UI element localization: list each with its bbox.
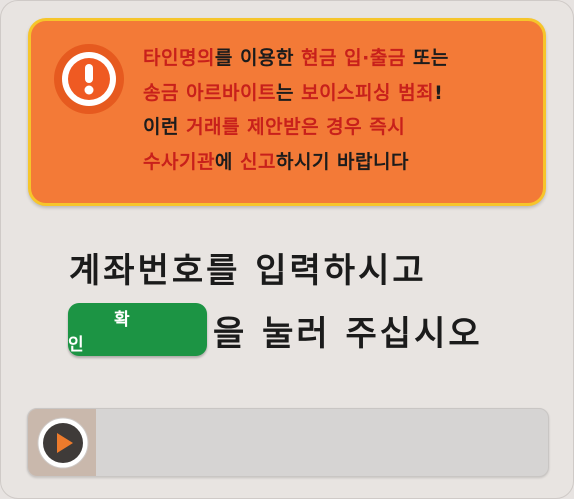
warning-line: 수사기관에 신고하시기 바랍니다 [143,145,533,180]
instruction-line-2: 을 눌러 주십시오 [213,314,483,354]
warning-highlight-text: 신고 [240,150,276,173]
confirm-button[interactable]: 확인 [68,303,207,356]
exclamation-icon [54,44,124,114]
warning-text: 에 [214,150,241,173]
fraud-warning-banner: 타인명의를 이용한 현금 입·출금 또는 송금 아르바이트는 보이스피싱 범죄! 이… [28,18,546,206]
warning-highlight-text: 타인명의 [143,47,215,69]
warning-line: 타인명의를 이용한 현금 입·출금 또는 [143,41,533,76]
warning-line: 송금 아르바이트는 보이스피싱 범죄! [143,76,533,111]
play-icon[interactable] [37,417,89,469]
warning-line: 이런 거래를 제안받은 경우 즉시 [143,110,533,145]
warning-text: 는 [275,81,302,104]
warning-highlight-text: 수사기관 [143,150,215,173]
warning-text: 를 이용한 [214,47,302,69]
warning-highlight-text: 송금 아르바이트 [143,81,276,104]
warning-message: 타인명의를 이용한 현금 입·출금 또는 송금 아르바이트는 보이스피싱 범죄! 이… [143,41,533,179]
screen-frame: 타인명의를 이용한 현금 입·출금 또는 송금 아르바이트는 보이스피싱 범죄! 이… [0,0,574,499]
warning-text: ! [434,81,444,104]
warning-highlight-text: 거래를 제안받은 경우 즉시 [186,116,406,138]
warning-highlight-text: 현금 입·출금 [301,47,406,69]
warning-text: 하시기 바랍니다 [276,150,409,173]
warning-highlight-text: 보이스피싱 범죄 [301,81,435,104]
audio-player-bar[interactable] [27,408,549,477]
instruction-line-1: 계좌번호를 입력하시고 [69,251,427,291]
warning-text: 또는 [405,47,449,69]
warning-text: 이런 [143,116,187,138]
